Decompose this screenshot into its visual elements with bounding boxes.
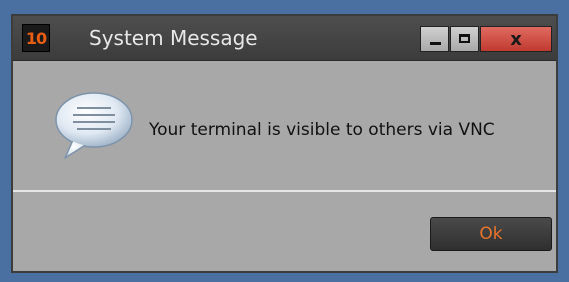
speech-bubble-icon [55, 92, 133, 159]
window-title: System Message [89, 26, 258, 50]
ok-button-label: Ok [479, 224, 503, 244]
maximize-icon [459, 34, 470, 43]
ok-button[interactable]: Ok [430, 217, 552, 251]
separator [13, 190, 556, 192]
close-icon: x [510, 28, 522, 50]
close-button[interactable]: x [480, 26, 552, 52]
system-message-dialog: 10 System Message x Your terminal is vis… [11, 14, 558, 273]
maximize-button[interactable] [450, 26, 479, 52]
app-logo-icon: 10 [22, 24, 50, 52]
minimize-icon [430, 42, 441, 45]
message-text: Your terminal is visible to others via V… [149, 120, 495, 140]
title-bar[interactable]: 10 System Message x [13, 16, 556, 61]
minimize-button[interactable] [420, 26, 449, 52]
